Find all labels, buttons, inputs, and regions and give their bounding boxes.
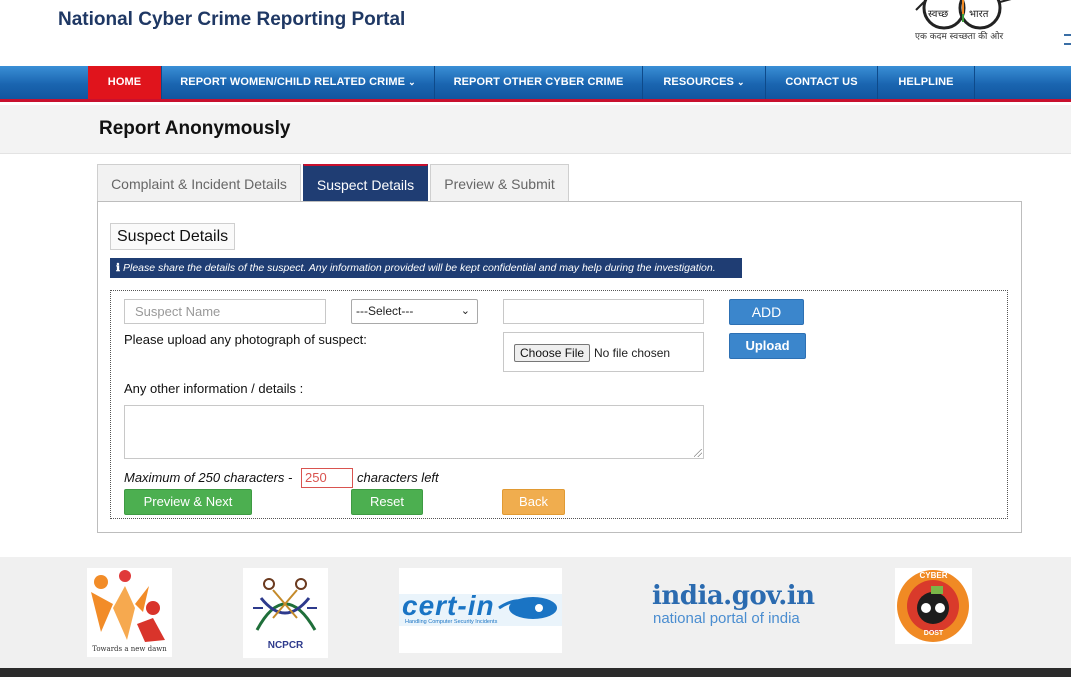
tab-suspect-details[interactable]: Suspect Details	[303, 164, 428, 202]
max-chars-text: Maximum of 250 characters -	[124, 470, 293, 485]
other-info-textarea[interactable]	[124, 405, 704, 459]
back-button[interactable]: Back	[502, 489, 565, 515]
cert-in-name: cert-in	[402, 590, 495, 621]
resize-handle-icon[interactable]	[694, 449, 702, 457]
cert-in-caption: Handling Computer Security Incidents	[405, 619, 498, 625]
photo-file-input[interactable]: Choose File No file chosen	[503, 332, 704, 372]
add-button[interactable]: ADD	[729, 299, 804, 325]
cyber-dost-logo[interactable]: CYBER DOST	[895, 568, 972, 644]
choose-file-button[interactable]: Choose File	[514, 344, 591, 362]
nav-item-label: CONTACT US	[785, 76, 858, 88]
menu-edge-icon[interactable]	[1064, 34, 1071, 45]
chevron-down-icon: ⌄	[736, 77, 745, 87]
other-info-label: Any other information / details :	[124, 381, 304, 396]
nav-item-label: REPORT WOMEN/CHILD RELATED CRIME	[180, 76, 406, 88]
nav-item-label: RESOURCES	[663, 76, 734, 88]
nav-item-resources[interactable]: RESOURCES ⌄	[643, 66, 766, 99]
page-root: National Cyber Crime Reporting Portal स्…	[0, 0, 1071, 677]
chars-left-counter: 250	[301, 468, 353, 488]
chevron-down-icon: ⌄	[408, 77, 416, 87]
chevron-down-icon: ⌄	[460, 305, 470, 317]
nav-item-report-other[interactable]: REPORT OTHER CYBER CRIME	[435, 66, 643, 99]
suspect-name-input[interactable]: Suspect Name	[124, 299, 326, 324]
id-type-select[interactable]: ---Select--- ⌄	[351, 299, 478, 324]
india-gov-in-logo[interactable]: india.gov.in	[652, 581, 815, 611]
info-icon: ℹ	[116, 262, 120, 274]
swachh-left-word: स्वच्छ	[928, 9, 949, 20]
cyber-dost-top-text: CYBER	[919, 571, 948, 580]
new-dawn-logo[interactable]: Towards a new dawn	[87, 568, 172, 657]
no-file-chosen-text: No file chosen	[594, 346, 671, 360]
footer-strip	[0, 668, 1071, 677]
photo-upload-label: Please upload any photograph of suspect:	[124, 332, 367, 347]
nav-item-helpline[interactable]: HELPLINE	[878, 66, 975, 99]
people-figures-icon	[91, 570, 165, 642]
page-title: Report Anonymously	[99, 118, 291, 139]
section-title: Suspect Details	[110, 223, 236, 250]
new-dawn-caption: Towards a new dawn	[92, 645, 167, 653]
reset-button[interactable]: Reset	[351, 489, 423, 515]
ncpcr-caption: NCPCR	[267, 640, 304, 651]
nav-item-contact-us[interactable]: CONTACT US	[766, 66, 878, 99]
preview-next-button[interactable]: Preview & Next	[124, 489, 252, 515]
nav-item-report-women-child[interactable]: REPORT WOMEN/CHILD RELATED CRIME ⌄	[162, 66, 435, 99]
nav-item-label: REPORT OTHER CYBER CRIME	[453, 76, 624, 88]
nav-item-label: HOME	[107, 76, 142, 88]
partner-logos-footer: Towards a new dawn NCPCR cert-in Handlin…	[0, 557, 1071, 668]
ncpcr-emblem-icon	[253, 578, 317, 631]
tab-complaint-incident-details[interactable]: Complaint & Incident Details	[97, 164, 301, 202]
info-text: Please share the details of the suspect.…	[123, 262, 716, 274]
nav-item-home[interactable]: HOME	[88, 66, 162, 99]
info-bar: ℹ Please share the details of the suspect…	[110, 258, 742, 278]
tab-preview-submit[interactable]: Preview & Submit	[430, 164, 569, 202]
title-band: Report Anonymously	[0, 105, 1071, 154]
ncpcr-logo[interactable]: NCPCR	[243, 568, 328, 658]
chars-left-text: characters left	[357, 470, 439, 485]
cyber-dost-bottom-text: DOST	[923, 630, 944, 637]
cert-in-logo[interactable]: cert-in Handling Computer Security Incid…	[399, 568, 562, 653]
upload-button[interactable]: Upload	[729, 333, 806, 359]
nav-item-label: HELPLINE	[898, 76, 954, 88]
swachh-right-word: भारत	[969, 9, 989, 20]
id-value-input[interactable]	[503, 299, 704, 324]
india-gov-in-tagline: national portal of india	[653, 610, 800, 627]
main-nav: HOME REPORT WOMEN/CHILD RELATED CRIME ⌄ R…	[0, 66, 1071, 102]
id-type-selected-value: ---Select---	[356, 304, 414, 318]
swachh-tagline: एक कदम स्वच्छता की ओर	[915, 32, 1004, 42]
site-title[interactable]: National Cyber Crime Reporting Portal	[58, 9, 405, 31]
site-header: National Cyber Crime Reporting Portal स्…	[0, 0, 1071, 66]
